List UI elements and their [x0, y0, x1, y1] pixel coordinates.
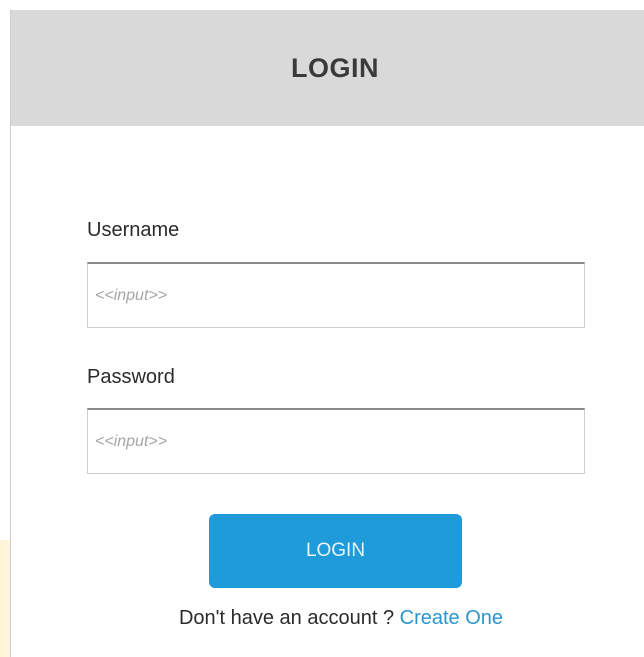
login-header: LOGIN [11, 10, 644, 126]
password-input[interactable] [87, 408, 585, 474]
create-account-link[interactable]: Create One [400, 607, 503, 629]
login-button[interactable]: LOGIN [209, 514, 462, 588]
password-label: Password [87, 366, 175, 388]
login-card: LOGIN Username Password LOGIN Don't have… [10, 10, 644, 657]
page-title: LOGIN [291, 52, 379, 83]
username-input[interactable] [87, 262, 585, 328]
username-label: Username [87, 219, 180, 241]
signup-prompt-text: Don't have an account ? [178, 607, 400, 629]
signup-prompt: Don't have an account ? Create One [11, 607, 644, 630]
login-page: LOGIN Username Password LOGIN Don't have… [0, 0, 644, 657]
